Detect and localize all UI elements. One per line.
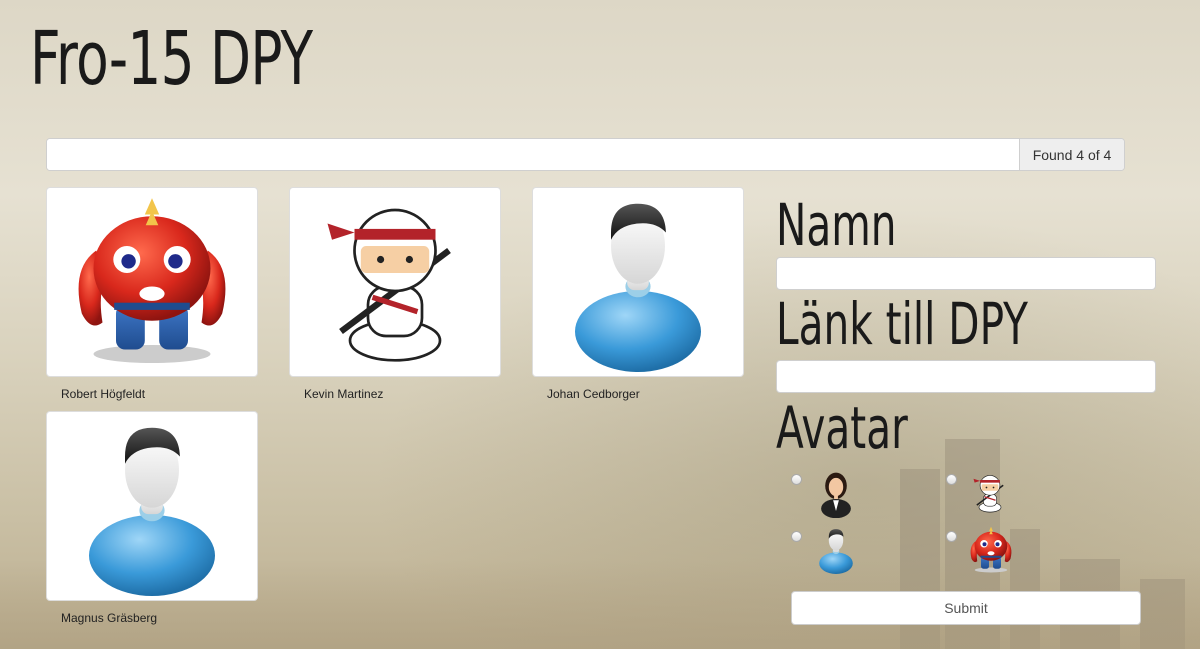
name-label: Namn	[776, 191, 897, 259]
red-monster-icon	[78, 198, 226, 363]
person-card[interactable]	[46, 411, 258, 601]
user-icon	[575, 203, 701, 372]
person-card[interactable]	[46, 187, 258, 377]
person-name: Johan Cedborger	[547, 387, 640, 401]
avatar-radio-monster[interactable]	[946, 531, 957, 542]
search-bar: Found 4 of 4	[46, 138, 1125, 171]
search-result-count: Found 4 of 4	[1019, 139, 1124, 170]
name-input[interactable]	[776, 257, 1156, 290]
person-name: Kevin Martinez	[304, 387, 384, 401]
ninja-icon	[972, 474, 1004, 513]
link-input[interactable]	[776, 360, 1156, 393]
link-label: Länk till DPY	[776, 290, 1028, 358]
red-monster-icon	[970, 526, 1012, 573]
avatar-radio-ninja[interactable]	[946, 474, 957, 485]
ninja-icon	[305, 192, 485, 372]
user-icon	[819, 529, 853, 574]
person-name: Robert Högfeldt	[61, 387, 146, 401]
avatar-radio-user[interactable]	[791, 531, 802, 542]
person-name: Magnus Gräsberg	[61, 611, 158, 625]
person-card[interactable]	[289, 187, 501, 377]
avatar-radio-businesswoman[interactable]	[791, 474, 802, 485]
user-icon	[89, 427, 215, 596]
search-input[interactable]	[47, 139, 1019, 170]
page-title: Fro-15 DPY	[30, 16, 313, 102]
person-card[interactable]	[532, 187, 744, 377]
submit-button[interactable]: Submit	[791, 591, 1141, 625]
avatar-label: Avatar	[776, 394, 908, 462]
businesswoman-icon	[821, 472, 851, 518]
